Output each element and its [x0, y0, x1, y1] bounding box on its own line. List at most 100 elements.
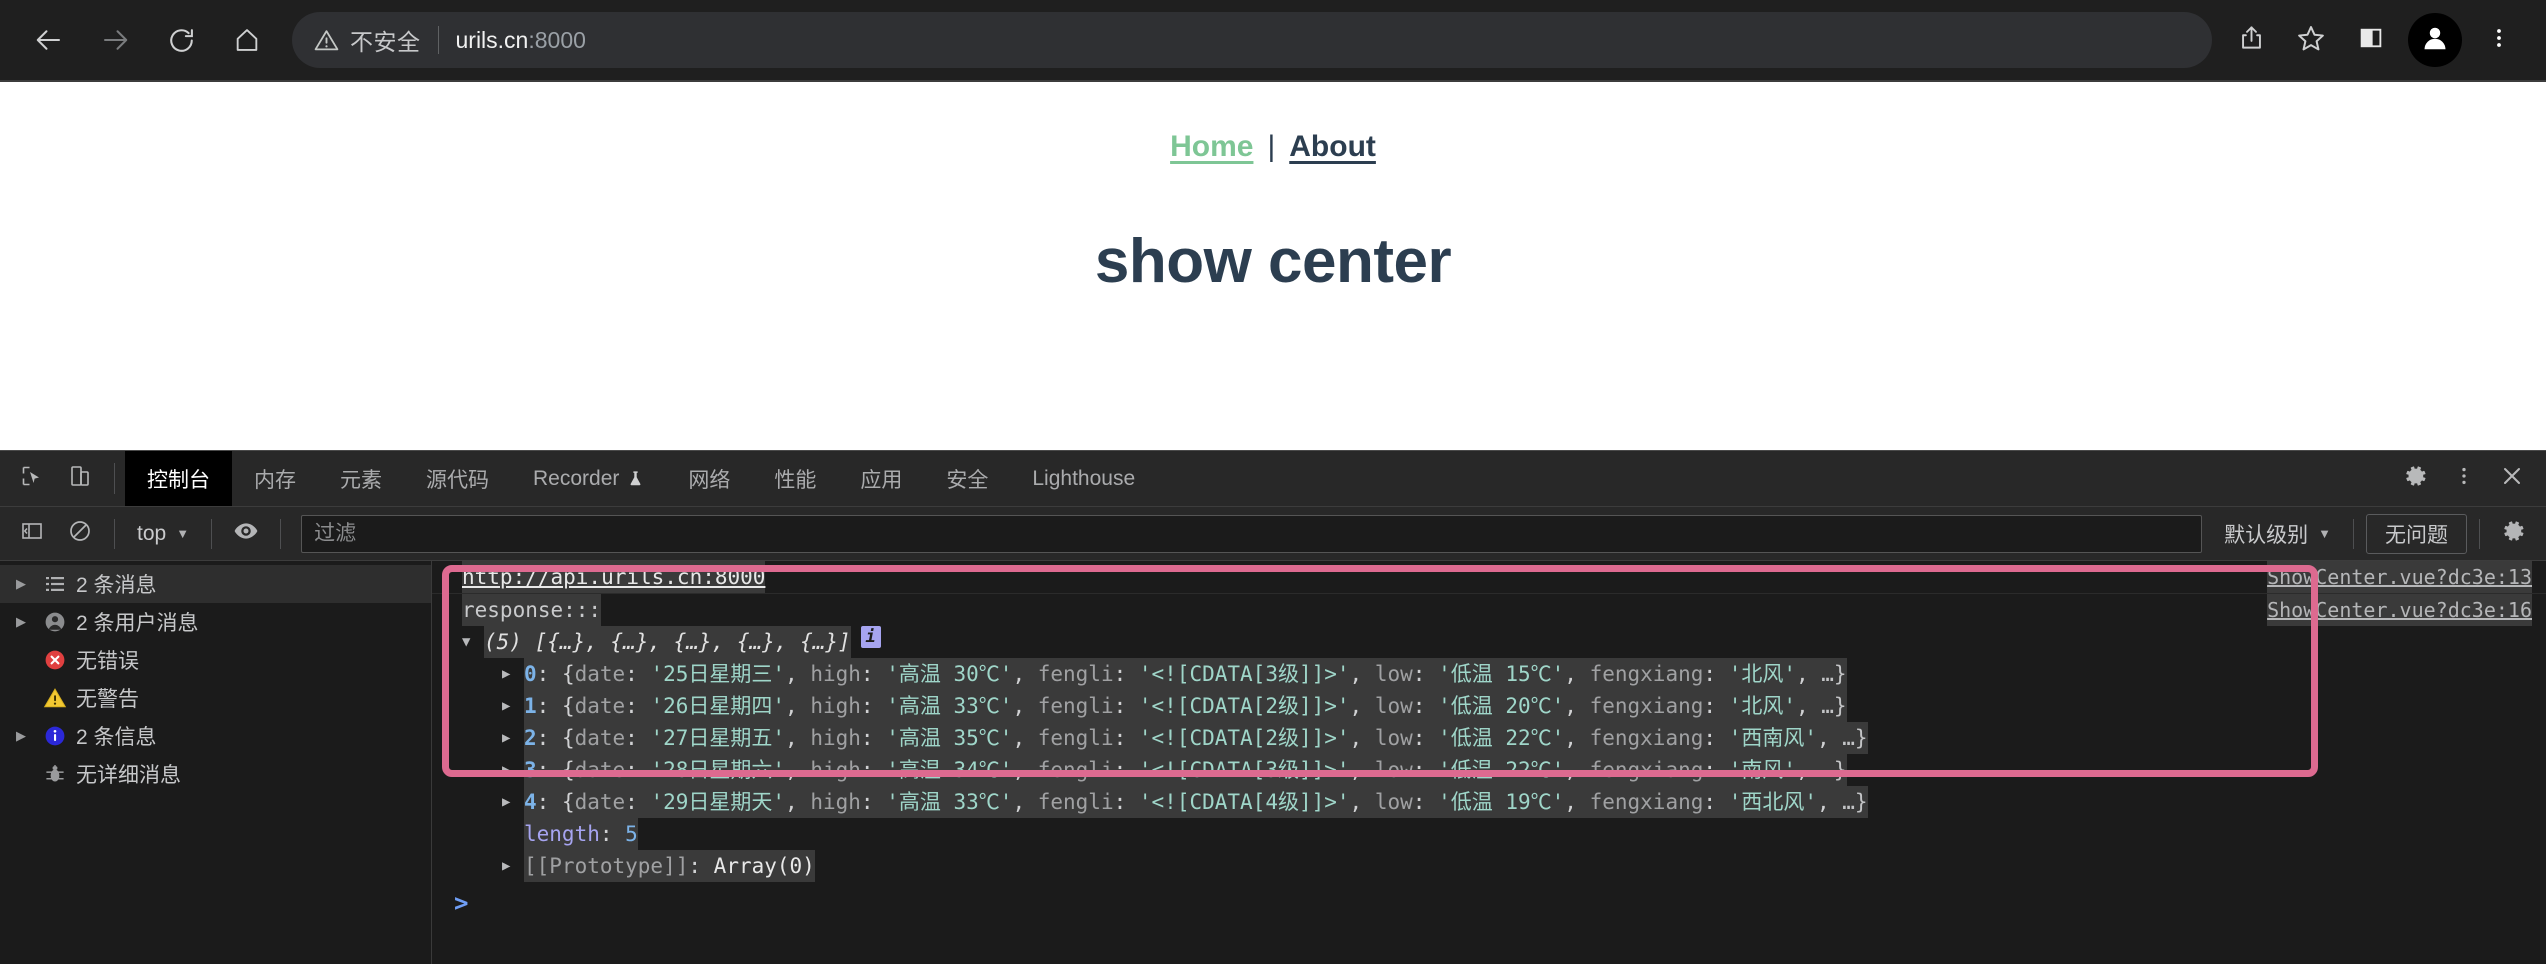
console-sidebar-toggle-button[interactable] [10, 514, 54, 554]
arrow-left-icon [34, 25, 64, 55]
user-icon [34, 610, 76, 634]
bookmark-button[interactable] [2282, 11, 2340, 69]
array-length-text: length: 5 [524, 818, 638, 850]
expand-triangle-icon[interactable]: ▶ [502, 786, 524, 818]
tab-sources[interactable]: 源代码 [404, 451, 511, 506]
console-input-prompt[interactable]: > [432, 882, 2546, 924]
value-high: '高温 30℃' [886, 662, 1013, 686]
array-entry-row[interactable]: ▶ 0: {date: '25日星期三', high: '高温 30℃', fen… [462, 658, 1868, 690]
expand-arrow-icon[interactable]: ▶ [8, 576, 34, 592]
tab-memory[interactable]: 内存 [232, 451, 318, 506]
tab-performance[interactable]: 性能 [752, 451, 838, 506]
array-entry-text: 0: {date: '25日星期三', high: '高温 30℃', feng… [524, 658, 1847, 690]
source-link[interactable]: ShowCenter.vue?dc3e:16 [2267, 594, 2532, 626]
array-entry-text: 3: {date: '28日星期六', high: '高温 34℃', feng… [524, 754, 1847, 786]
expand-triangle-icon[interactable]: ▶ [502, 722, 524, 754]
console-message-url[interactable]: http://api.urils.cn:8000 ShowCenter.vue?… [432, 561, 2546, 594]
sidebar-item-errors[interactable]: ▶ 无错误 [0, 641, 431, 679]
value-date: '29日星期天' [650, 790, 786, 814]
address-bar[interactable]: 不安全 urils.cn:8000 [292, 12, 2212, 68]
key-high: high [810, 662, 861, 686]
sidebar-item-verbose[interactable]: ▶ 无详细消息 [0, 755, 431, 793]
clear-console-icon [68, 519, 92, 548]
tab-application[interactable]: 应用 [838, 451, 924, 506]
chrome-menu-button[interactable] [2470, 11, 2528, 69]
device-toolbar-button[interactable] [56, 451, 104, 506]
tab-lighthouse[interactable]: Lighthouse [1010, 451, 1157, 506]
profile-button[interactable] [2408, 13, 2462, 67]
log-level-selector[interactable]: 默认级别 ▼ [2214, 519, 2341, 549]
verbose-bug-icon [34, 762, 76, 786]
nav-link-home[interactable]: Home [1170, 130, 1253, 164]
tab-console[interactable]: 控制台 [125, 451, 232, 506]
array-preview-row[interactable]: ▼ (5) [{…}, {…}, {…}, {…}, {…}] i [462, 626, 881, 658]
expand-arrow-icon[interactable]: ▶ [8, 728, 34, 744]
share-icon [2238, 24, 2265, 56]
inspect-element-button[interactable] [8, 451, 56, 506]
value-high: '高温 34℃' [886, 758, 1013, 782]
array-entry-text: 2: {date: '27日星期五', high: '高温 35℃', feng… [524, 722, 1868, 754]
reload-button[interactable] [150, 9, 212, 71]
source-link[interactable]: ShowCenter.vue?dc3e:13 [2267, 561, 2532, 593]
execution-context-selector[interactable]: top ▼ [127, 522, 199, 546]
sidebar-item-warnings[interactable]: ▶ 无警告 [0, 679, 431, 717]
console-message-response[interactable]: response::: ShowCenter.vue?dc3e:16 ▼ (5)… [432, 594, 2546, 882]
value-low: '低温 22℃' [1438, 726, 1565, 750]
side-panel-button[interactable] [2342, 11, 2400, 69]
array-entry-row[interactable]: ▶ 4: {date: '29日星期天', high: '高温 33℃', fen… [462, 786, 1868, 818]
flask-icon [627, 469, 644, 488]
array-length-row: length: 5 [462, 818, 638, 850]
sidebar-item-info[interactable]: ▶ 2 条信息 [0, 717, 431, 755]
filterbar-divider-5 [2479, 518, 2480, 549]
nav-link-about[interactable]: About [1289, 130, 1376, 164]
tab-security[interactable]: 安全 [924, 451, 1010, 506]
clear-console-button[interactable] [58, 514, 102, 554]
array-entry-row[interactable]: ▶ 1: {date: '26日星期四', high: '高温 33℃', fen… [462, 690, 1868, 722]
browser-toolbar: 不安全 urils.cn:8000 [0, 0, 2546, 80]
issues-button[interactable]: 无问题 [2366, 513, 2467, 554]
back-button[interactable] [18, 9, 80, 71]
sidebar-item-user-messages[interactable]: ▶ 2 条用户消息 [0, 603, 431, 641]
devtools-tabbar-actions [2371, 451, 2546, 506]
tab-label: 安全 [946, 468, 989, 492]
collapse-triangle-icon[interactable]: ▼ [462, 626, 484, 658]
forward-button[interactable] [84, 9, 146, 71]
sidebar-item-messages[interactable]: ▶ 2 条消息 [0, 565, 431, 603]
tab-network[interactable]: 网络 [666, 451, 752, 506]
share-button[interactable] [2222, 11, 2280, 69]
execution-context-label: top [137, 521, 167, 545]
length-key: length [524, 822, 600, 846]
expand-triangle-icon[interactable]: ▶ [502, 658, 524, 690]
live-expression-button[interactable] [224, 514, 268, 554]
array-prototype-row[interactable]: ▶ [[Prototype]]: Array(0) [462, 850, 815, 882]
info-badge-icon[interactable]: i [860, 626, 881, 648]
value-low: '低温 15℃' [1438, 662, 1565, 686]
array-entry-row[interactable]: ▶ 3: {date: '28日星期六', high: '高温 34℃', fen… [462, 754, 1868, 786]
home-button[interactable] [216, 9, 278, 71]
devtools-tabbar: 控制台 内存 元素 源代码 Recorder 网络 性能 应用 安全 Light… [0, 451, 2546, 507]
expand-triangle-icon[interactable]: ▶ [502, 690, 524, 722]
console-settings-button[interactable] [2492, 514, 2536, 554]
console-filter-input[interactable] [301, 514, 2203, 553]
expand-arrow-icon[interactable]: ▶ [8, 614, 34, 630]
devtools-settings-button[interactable] [2392, 463, 2440, 494]
array-entry-text: 4: {date: '29日星期天', high: '高温 33℃', feng… [524, 786, 1868, 818]
devtools-close-button[interactable] [2488, 464, 2536, 493]
value-high: '高温 33℃' [886, 790, 1013, 814]
logged-url-link[interactable]: http://api.urils.cn:8000 [462, 561, 766, 593]
expand-triangle-icon[interactable]: ▶ [502, 754, 524, 786]
tab-elements[interactable]: 元素 [318, 451, 404, 506]
tab-label: 元素 [340, 468, 382, 492]
value-low: '低温 22℃' [1438, 758, 1565, 782]
devtools-more-button[interactable] [2440, 465, 2488, 492]
array-entries: ▶ 0: {date: '25日星期三', high: '高温 30℃', fen… [462, 658, 1868, 818]
expand-triangle-icon[interactable]: ▶ [502, 850, 524, 882]
key-date: date [574, 790, 626, 814]
tab-recorder[interactable]: Recorder [511, 451, 666, 506]
inspect-element-icon [20, 464, 44, 493]
value-fengli: '<![CDATA[3级]]>' [1138, 758, 1350, 782]
value-date: '27日星期五' [650, 726, 786, 750]
array-entry-row[interactable]: ▶ 2: {date: '27日星期五', high: '高温 35℃', fen… [462, 722, 1868, 754]
side-panel-icon [2358, 25, 2384, 56]
sidebar-item-label: 无详细消息 [76, 764, 181, 787]
